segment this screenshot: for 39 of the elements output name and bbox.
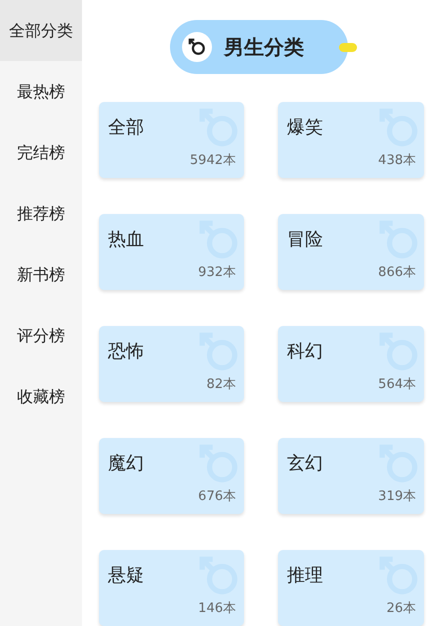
sidebar-item[interactable]: 推荐榜 — [0, 183, 82, 244]
book-count: 438本 — [378, 152, 416, 170]
category-card[interactable]: 热血 932本 — [99, 214, 244, 290]
book-count: 676本 — [198, 488, 236, 506]
sidebar-item[interactable]: 收藏榜 — [0, 366, 82, 427]
category-name: 魔幻 — [108, 452, 144, 476]
book-count: 146本 — [198, 600, 236, 618]
category-name: 悬疑 — [108, 564, 144, 588]
male-icon — [188, 38, 206, 56]
category-card[interactable]: 玄幻 319本 — [278, 438, 424, 514]
category-card[interactable]: 爆笑 438本 — [278, 102, 424, 178]
category-card[interactable]: 全部 5942本 — [99, 102, 244, 178]
book-count: 26本 — [386, 600, 416, 618]
book-count: 5942本 — [190, 152, 236, 170]
category-card[interactable]: 恐怖 82本 — [99, 326, 244, 402]
book-count: 866本 — [378, 264, 416, 282]
category-card[interactable]: 冒险 866本 — [278, 214, 424, 290]
book-count: 319本 — [378, 488, 416, 506]
book-count: 82本 — [206, 376, 236, 394]
category-card[interactable]: 推理 26本 — [278, 550, 424, 626]
sidebar-item[interactable]: 全部分类 — [0, 0, 82, 61]
header-title: 男生分类 — [224, 34, 304, 61]
sidebar-item[interactable]: 评分榜 — [0, 305, 82, 366]
category-card[interactable]: 悬疑 146本 — [99, 550, 244, 626]
book-count: 932本 — [198, 264, 236, 282]
sidebar-item[interactable]: 完结榜 — [0, 122, 82, 183]
sidebar-item[interactable]: 最热榜 — [0, 61, 82, 122]
book-count: 564本 — [378, 376, 416, 394]
sidebar-item[interactable]: 新书榜 — [0, 244, 82, 305]
category-name: 爆笑 — [287, 116, 323, 140]
category-name: 冒险 — [287, 228, 323, 252]
category-name: 全部 — [108, 116, 144, 140]
category-name: 热血 — [108, 228, 144, 252]
category-card[interactable]: 科幻 564本 — [278, 326, 424, 402]
category-name: 玄幻 — [287, 452, 323, 476]
category-name: 恐怖 — [108, 340, 144, 364]
category-card[interactable]: 魔幻 676本 — [99, 438, 244, 514]
category-name: 推理 — [287, 564, 323, 588]
category-name: 科幻 — [287, 340, 323, 364]
